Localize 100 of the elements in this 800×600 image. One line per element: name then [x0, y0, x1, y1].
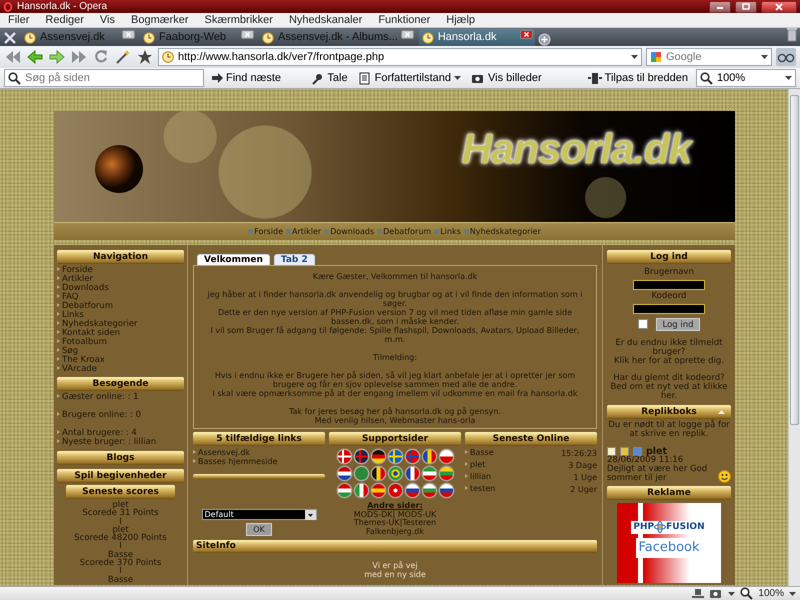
folder-icon[interactable]	[620, 446, 629, 456]
nav-link[interactable]: Downloads	[57, 284, 184, 293]
link-text[interactable]: MODS-DK| MODS-UK	[329, 510, 461, 519]
nav-link[interactable]: Links	[434, 227, 461, 236]
maximize-button[interactable]	[735, 0, 757, 12]
nav-link[interactable]: Artikler	[286, 227, 322, 236]
dropdown-caret-icon[interactable]	[785, 76, 792, 80]
flag-icon[interactable]	[422, 466, 436, 481]
menu-item[interactable]: Skærmbrikker	[204, 12, 273, 28]
dropdown-caret-icon[interactable]	[304, 510, 316, 520]
browser-tab[interactable]: Faaborg-Web	[140, 29, 256, 46]
nav-link[interactable]: Artikler	[57, 275, 184, 284]
network-icon[interactable]	[692, 588, 704, 599]
toolbar-button[interactable]: Tale	[308, 70, 350, 86]
camera-icon[interactable]	[709, 588, 724, 599]
dropdown-caret-icon[interactable]	[454, 76, 462, 80]
find-input[interactable]: Søg på siden	[25, 70, 200, 86]
flag-icon[interactable]	[388, 483, 402, 498]
menu-item[interactable]: Vis	[100, 12, 116, 28]
browser-tab[interactable]: Hansorla.dk	[418, 29, 535, 46]
theme-select[interactable]: Default	[202, 509, 316, 520]
nav-link[interactable]: Nyhedskategorier	[57, 320, 184, 329]
toolbar-button[interactable]: Forfattertilstand	[356, 70, 464, 86]
flag-icon[interactable]	[336, 483, 352, 498]
flag-icon[interactable]	[422, 483, 436, 498]
register-link[interactable]: Klik her for at oprette dig.	[607, 356, 731, 366]
new-tab-icon[interactable]	[538, 33, 551, 46]
find-field[interactable]: Søg på siden	[4, 69, 204, 87]
site-logo[interactable]: Hansorla.dk	[462, 125, 691, 173]
menu-item[interactable]: Rediger	[45, 12, 84, 28]
nav-link[interactable]: Forside	[57, 266, 184, 275]
tab-close-icon[interactable]	[122, 30, 135, 39]
menu-item[interactable]: Hjælp	[446, 12, 476, 28]
link-text[interactable]: Themes-UK|Testeren	[329, 519, 461, 528]
scrollbar-thumb[interactable]	[790, 95, 799, 425]
nav-link[interactable]: FAQ	[57, 293, 184, 302]
tab-close-icon[interactable]	[241, 30, 254, 39]
dropdown-caret-icon[interactable]	[761, 55, 768, 59]
toolbar-button[interactable]: Vis billeder	[469, 70, 544, 86]
flag-icon[interactable]	[388, 466, 402, 481]
user-name[interactable]: testen	[465, 484, 496, 496]
menu-item[interactable]: Nyhedskanaler	[288, 12, 362, 28]
scrollbar-track[interactable]	[788, 89, 800, 586]
zoom-level[interactable]: 100%	[758, 586, 784, 600]
search-field[interactable]: Google	[646, 48, 772, 66]
note-icon[interactable]	[607, 446, 616, 456]
user-name[interactable]: lillian	[465, 472, 492, 484]
link-item[interactable]: Basses hjemmeside	[193, 457, 325, 466]
zoom-input[interactable]: 100%	[717, 70, 781, 86]
dropdown-caret-icon[interactable]	[789, 592, 796, 596]
flag-icon[interactable]	[404, 466, 420, 481]
ad-banner[interactable]: PHP FUSION Facebook	[617, 502, 721, 582]
flag-icon[interactable]	[336, 449, 352, 464]
nav-link[interactable]: Debatforum	[57, 302, 184, 311]
nav-link[interactable]: Nyhedskategorier	[464, 227, 541, 236]
glasses-icon[interactable]	[776, 48, 796, 66]
flag-icon[interactable]	[422, 449, 436, 464]
menu-item[interactable]: Filer	[8, 12, 30, 28]
fast-forward-icon[interactable]	[70, 48, 88, 66]
login-button[interactable]: Log ind	[656, 318, 700, 330]
close-button[interactable]	[761, 0, 797, 12]
flag-icon[interactable]	[438, 483, 454, 498]
nav-link[interactable]: Kontakt siden	[57, 329, 184, 338]
flag-icon[interactable]	[336, 466, 352, 481]
toolbar-button[interactable]: Tilpas til bredden	[586, 70, 690, 86]
wand-icon[interactable]	[114, 48, 132, 66]
link-item[interactable]: Assensvej.dk	[193, 448, 325, 457]
user-name[interactable]: plet	[646, 446, 668, 456]
content-tab[interactable]: Velkommen	[197, 254, 270, 265]
nav-link[interactable]: Debatforum	[377, 227, 432, 236]
nav-link[interactable]: The Kroax	[57, 356, 184, 365]
flag-icon[interactable]	[404, 483, 420, 498]
nav-link[interactable]: Fotoalbum	[57, 338, 184, 347]
link-text[interactable]: Falkenbjerg.dk	[329, 528, 461, 536]
tools-icon[interactable]	[2, 30, 18, 46]
find-next-button[interactable]: Find næste	[210, 70, 284, 86]
flag-icon[interactable]	[370, 449, 386, 464]
browser-tab[interactable]: Assensvej.dk	[21, 29, 137, 46]
menu-item[interactable]: Bogmærker	[131, 12, 188, 28]
ok-button[interactable]: OK	[246, 523, 272, 536]
trash-icon[interactable]	[786, 27, 798, 42]
search-input[interactable]: Google	[666, 48, 757, 66]
nav-link[interactable]: Søg	[57, 347, 184, 356]
password-field[interactable]	[633, 304, 705, 314]
nav-link[interactable]: VArcade	[57, 365, 184, 374]
nav-link[interactable]: Forside	[248, 227, 284, 236]
menu-item[interactable]: Funktioner	[378, 12, 430, 28]
dropdown-caret-icon[interactable]	[631, 55, 638, 59]
nav-link[interactable]: Downloads	[324, 227, 374, 236]
flag-icon[interactable]	[354, 483, 368, 498]
password-reset-link[interactable]: Bed om et nyt ved at klikke her.	[607, 382, 731, 400]
flag-icon[interactable]	[354, 449, 368, 464]
user-name[interactable]: Basse	[465, 448, 494, 460]
tab-close-icon[interactable]	[520, 30, 533, 39]
tab-close-icon[interactable]	[400, 30, 414, 39]
content-tab[interactable]: Tab 2	[274, 254, 315, 265]
username-field[interactable]	[633, 280, 705, 290]
browser-tab[interactable]: Assensvej.dk - Albums...	[259, 29, 416, 46]
flag-icon[interactable]	[438, 449, 454, 464]
nav-link[interactable]: Links	[57, 311, 184, 320]
